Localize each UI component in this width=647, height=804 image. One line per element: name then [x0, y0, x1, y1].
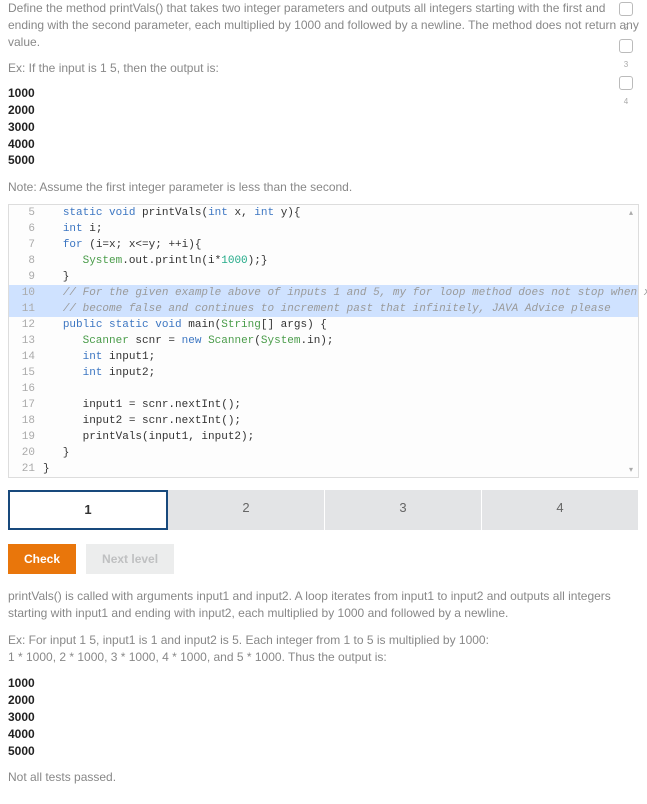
tab-4[interactable]: 4	[482, 490, 639, 530]
line-number: 20	[9, 445, 43, 461]
code-text[interactable]	[43, 381, 638, 397]
code-text[interactable]: for (i=x; x<=y; ++i){	[43, 237, 638, 253]
code-line[interactable]: 7 for (i=x; x<=y; ++i){	[9, 237, 638, 253]
code-line[interactable]: 17 input1 = scnr.nextInt();	[9, 397, 638, 413]
code-text[interactable]: // For the given example above of inputs…	[43, 285, 647, 301]
tab-2[interactable]: 2	[168, 490, 325, 530]
line-number: 13	[9, 333, 43, 349]
step-num: 2	[624, 22, 628, 33]
code-text[interactable]: printVals(input1, input2);	[43, 429, 638, 445]
code-line[interactable]: 21}	[9, 461, 638, 477]
code-text[interactable]: int input1;	[43, 349, 638, 365]
line-number: 8	[9, 253, 43, 269]
chevron-up-icon[interactable]: ▴	[629, 207, 633, 218]
step-box-icon[interactable]	[619, 39, 633, 53]
line-number: 15	[9, 365, 43, 381]
expected-output: 1000 2000 3000 4000 5000	[8, 675, 639, 759]
line-number: 11	[9, 301, 43, 317]
code-line[interactable]: 15 int input2;	[9, 365, 638, 381]
line-number: 21	[9, 461, 43, 477]
code-line[interactable]: 5 static void printVals(int x, int y){	[9, 205, 638, 221]
code-text[interactable]: int i;	[43, 221, 638, 237]
code-text[interactable]: input2 = scnr.nextInt();	[43, 413, 638, 429]
test-tabs: 1234	[8, 490, 639, 530]
check-button[interactable]: Check	[8, 544, 76, 574]
code-line[interactable]: 20 }	[9, 445, 638, 461]
line-number: 17	[9, 397, 43, 413]
line-number: 5	[9, 205, 43, 221]
problem-note: Note: Assume the first integer parameter…	[8, 179, 639, 196]
explanation-2: Ex: For input 1 5, input1 is 1 and input…	[8, 632, 639, 666]
code-line[interactable]: 8 System.out.println(i*1000);}	[9, 253, 638, 269]
code-line[interactable]: 18 input2 = scnr.nextInt();	[9, 413, 638, 429]
code-line[interactable]: 9 }	[9, 269, 638, 285]
line-number: 6	[9, 221, 43, 237]
line-number: 9	[9, 269, 43, 285]
line-number: 19	[9, 429, 43, 445]
example-output: 1000 2000 3000 4000 5000	[8, 85, 639, 169]
chevron-down-icon[interactable]: ▾	[629, 464, 633, 475]
code-text[interactable]: System.out.println(i*1000);}	[43, 253, 638, 269]
scrollbar[interactable]: ▴ ▾	[626, 207, 636, 475]
line-number: 14	[9, 349, 43, 365]
tab-3[interactable]: 3	[325, 490, 482, 530]
code-line[interactable]: 10 // For the given example above of inp…	[9, 285, 638, 301]
code-line[interactable]: 11 // become false and continues to incr…	[9, 301, 638, 317]
example-lead: Ex: If the input is 1 5, then the output…	[8, 60, 639, 77]
code-text[interactable]: public static void main(String[] args) {	[43, 317, 638, 333]
line-number: 7	[9, 237, 43, 253]
explanation-1: printVals() is called with arguments inp…	[8, 588, 639, 622]
code-line[interactable]: 16	[9, 381, 638, 397]
step-box-icon[interactable]	[619, 76, 633, 90]
code-line[interactable]: 6 int i;	[9, 221, 638, 237]
problem-description: Define the method printVals() that takes…	[8, 0, 639, 50]
code-line[interactable]: 14 int input1;	[9, 349, 638, 365]
next-level-button: Next level	[86, 544, 174, 574]
code-editor[interactable]: 5 static void printVals(int x, int y){6 …	[8, 204, 639, 478]
code-text[interactable]: input1 = scnr.nextInt();	[43, 397, 638, 413]
line-number: 16	[9, 381, 43, 397]
code-line[interactable]: 19 printVals(input1, input2);	[9, 429, 638, 445]
step-num: 3	[624, 59, 628, 70]
code-line[interactable]: 12 public static void main(String[] args…	[9, 317, 638, 333]
side-step-icons: 2 3 4	[619, 2, 633, 108]
step-num: 4	[624, 96, 628, 107]
line-number: 18	[9, 413, 43, 429]
code-text[interactable]: Scanner scnr = new Scanner(System.in);	[43, 333, 638, 349]
tab-1[interactable]: 1	[8, 490, 168, 530]
code-text[interactable]: }	[43, 445, 638, 461]
line-number: 10	[9, 285, 43, 301]
code-text[interactable]: int input2;	[43, 365, 638, 381]
line-number: 12	[9, 317, 43, 333]
step-box-icon[interactable]	[619, 2, 633, 16]
code-text[interactable]: }	[43, 461, 638, 477]
code-text[interactable]: static void printVals(int x, int y){	[43, 205, 638, 221]
code-text[interactable]: // become false and continues to increme…	[43, 301, 638, 317]
code-line[interactable]: 13 Scanner scnr = new Scanner(System.in)…	[9, 333, 638, 349]
fail-message: Not all tests passed.	[8, 769, 639, 786]
code-text[interactable]: }	[43, 269, 638, 285]
